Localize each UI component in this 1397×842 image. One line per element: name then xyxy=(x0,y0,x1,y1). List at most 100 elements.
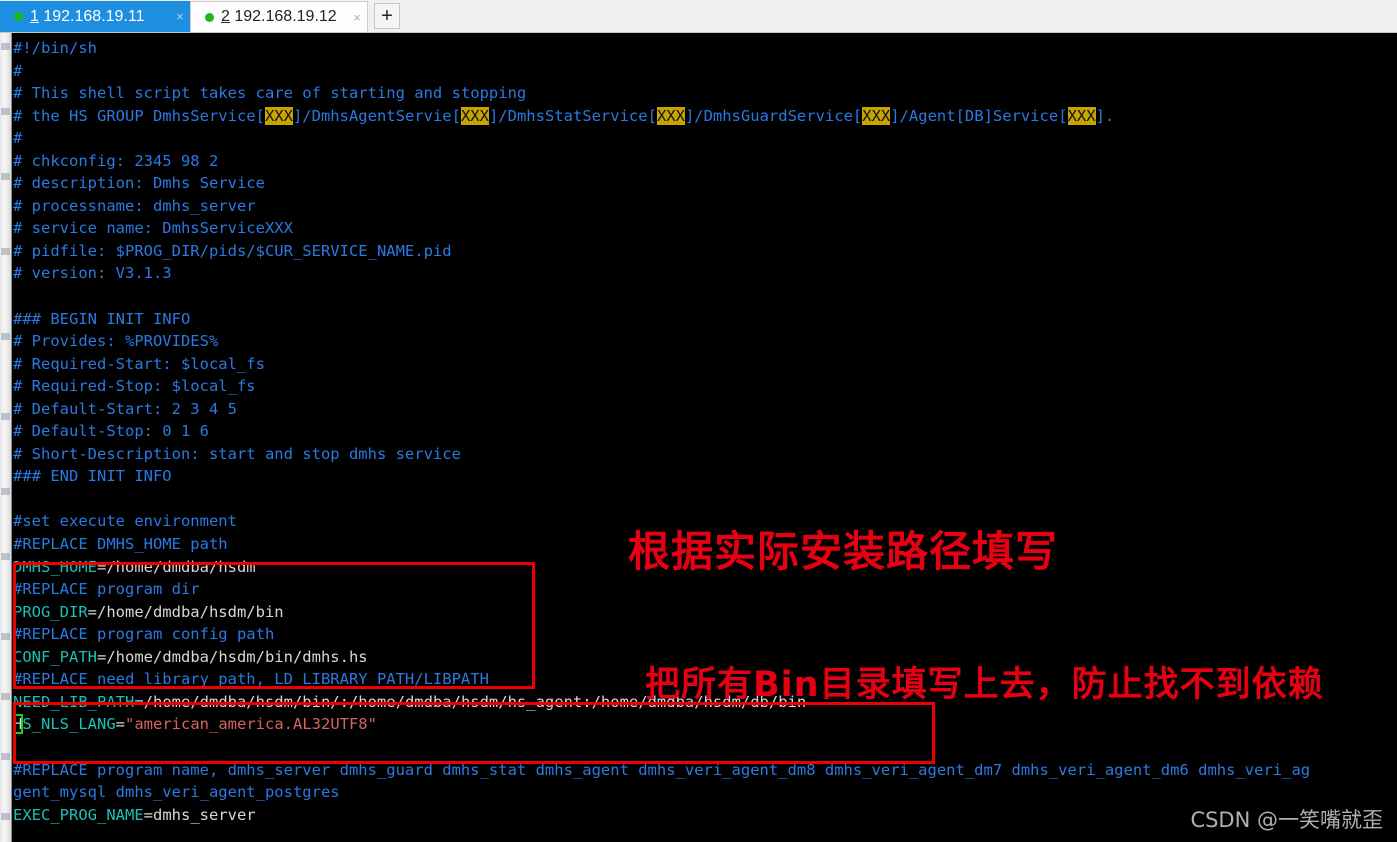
variable-name: NEED_LIB_PATH xyxy=(13,692,135,711)
code-token: #set execute environment xyxy=(13,512,237,531)
tab-label: 2 192.168.19.12 xyxy=(221,8,337,26)
annotation-install-path: 根据实际安装路径填写 xyxy=(628,527,1059,576)
green-dot-icon xyxy=(14,12,23,21)
code-line: # Required-Start: $local_fs xyxy=(13,353,1310,376)
code-line: #!/bin/sh xyxy=(13,37,1310,60)
code-token: # Required-Start: $local_fs xyxy=(13,354,265,373)
gutter-mark-icon xyxy=(1,43,10,50)
code-line: ### END INIT INFO xyxy=(13,465,1310,488)
code-line: # Short-Description: start and stop dmhs… xyxy=(13,443,1310,466)
code-line: # processname: dmhs_server xyxy=(13,195,1310,218)
code-token: ]/Agent[DB]Service[ xyxy=(890,106,1068,125)
code-token: #REPLACE program config path xyxy=(13,625,275,644)
code-token: # Default-Start: 2 3 4 5 xyxy=(13,399,237,418)
code-line: # xyxy=(13,127,1310,150)
code-token: # Short-Description: start and stop dmhs… xyxy=(13,444,461,463)
green-dot-icon xyxy=(205,12,214,22)
code-line: # Required-Stop: $local_fs xyxy=(13,375,1310,398)
gutter-mark-icon xyxy=(1,108,10,115)
gutter-mark-icon xyxy=(1,553,10,560)
variable-name: PROG_DIR xyxy=(13,602,88,621)
code-token: ]/DmhsGuardService[ xyxy=(684,106,863,125)
tab-host: 192.168.19.12 xyxy=(234,8,337,25)
code-line: HS_NLS_LANG="american_america.AL32UTF8" xyxy=(13,713,1310,736)
terminal-body[interactable]: #!/bin/sh # # This shell script takes care… xyxy=(13,33,1397,842)
code-line: #REPLACE program config path xyxy=(13,623,1310,646)
code-token: # pidfile: $PROG_DIR/pids/$CUR_SERVICE_N… xyxy=(13,241,452,260)
text-cursor: H xyxy=(13,714,24,735)
gutter-mark-icon xyxy=(1,693,10,700)
highlighted-token: XXX xyxy=(862,106,891,125)
highlighted-token: XXX xyxy=(656,106,685,125)
code-line: #REPLACE program dir xyxy=(13,578,1310,601)
code-token: # service name: DmhsServiceXXX xyxy=(13,219,293,238)
code-line: # version: V3.1.3 xyxy=(13,262,1310,285)
code-token: # the HS GROUP DmhsService[ xyxy=(13,106,265,125)
code-token: # description: Dmhs Service xyxy=(13,174,265,193)
code-token: ]. xyxy=(1095,106,1115,125)
variable-name: CONF_PATH xyxy=(13,647,97,666)
code-line: # Default-Start: 2 3 4 5 xyxy=(13,398,1310,421)
code-line: #REPLACE program name, dmhs_server dmhs_… xyxy=(13,759,1310,782)
code-token: # processname: dmhs_server xyxy=(13,196,256,215)
code-line: PROG_DIR=/home/dmdba/hsdm/bin xyxy=(13,601,1310,624)
close-icon[interactable]: × xyxy=(168,10,184,23)
string-literal: "american_america.AL32UTF8" xyxy=(125,715,377,734)
terminal-window: 1 192.168.19.11 × 2 192.168.19.12 × + #!… xyxy=(0,0,1397,842)
new-tab-button[interactable]: + xyxy=(374,3,400,29)
tab-host: 192.168.19.11 xyxy=(43,7,145,25)
tab-192-168-19-11[interactable]: 1 192.168.19.11 × xyxy=(0,1,190,32)
gutter-mark-icon xyxy=(1,633,10,640)
watermark: CSDN @一笑嘴就歪 xyxy=(1190,808,1383,832)
gutter-mark-icon xyxy=(1,753,10,760)
annotation-bin-dirs: 把所有Bin目录填写上去，防止找不到依赖 xyxy=(645,665,1324,705)
code-token: #REPLACE DMHS_HOME path xyxy=(13,535,228,554)
code-token: # xyxy=(13,129,23,148)
code-line: # Default-Stop: 0 1 6 xyxy=(13,420,1310,443)
code-token: gent_mysql dmhs_veri_agent_postgres xyxy=(13,783,340,802)
code-line: # description: Dmhs Service xyxy=(13,172,1310,195)
gutter-mark-icon xyxy=(1,488,10,495)
code-token: #!/bin/sh xyxy=(13,39,97,57)
code-token: = xyxy=(115,715,126,734)
code-token: # chkconfig: 2345 98 2 xyxy=(13,151,219,170)
variable-name: DMHS_HOME xyxy=(13,557,97,576)
variable-name: S_NLS_LANG xyxy=(22,715,116,734)
code-token: =dmhs_server xyxy=(143,805,256,824)
variable-name: EXEC_PROG_NAME xyxy=(13,805,144,824)
tab-label: 1 192.168.19.11 xyxy=(30,8,145,26)
tab-bar: 1 192.168.19.11 × 2 192.168.19.12 × + xyxy=(0,0,1397,33)
code-line: # chkconfig: 2345 98 2 xyxy=(13,150,1310,173)
code-token: # xyxy=(13,61,23,80)
gutter-mark-icon xyxy=(1,333,10,340)
code-line: # the HS GROUP DmhsService[XXX]/DmhsAgen… xyxy=(13,105,1310,128)
code-token: # This shell script takes care of starti… xyxy=(13,84,527,103)
background-window-strip xyxy=(0,33,12,842)
code-token: # Required-Stop: $local_fs xyxy=(13,377,256,396)
code-line: # pidfile: $PROG_DIR/pids/$CUR_SERVICE_N… xyxy=(13,240,1310,263)
code-token: ]/DmhsAgentServie[ xyxy=(292,106,461,125)
code-token: ]/DmhsStatService[ xyxy=(488,106,657,125)
code-line: # This shell script takes care of starti… xyxy=(13,82,1310,105)
code-token: # Provides: %PROVIDES% xyxy=(13,332,219,351)
code-token: #REPLACE program name, dmhs_server dmhs_… xyxy=(13,760,1311,779)
code-line: # service name: DmhsServiceXXX xyxy=(13,217,1310,240)
code-token: # Default-Stop: 0 1 6 xyxy=(13,422,209,441)
tab-index: 2 xyxy=(221,8,230,25)
code-line: # Provides: %PROVIDES% xyxy=(13,330,1310,353)
gutter-mark-icon xyxy=(1,813,10,820)
code-token: # version: V3.1.3 xyxy=(13,264,172,283)
tab-192-168-19-12[interactable]: 2 192.168.19.12 × xyxy=(190,1,368,32)
highlighted-token: XXX xyxy=(1067,106,1096,125)
gutter-mark-icon xyxy=(1,413,10,420)
close-icon[interactable]: × xyxy=(345,11,361,24)
highlighted-token: XXX xyxy=(460,106,489,125)
gutter-mark-icon xyxy=(1,173,10,180)
gutter-mark-icon xyxy=(1,248,10,255)
code-token: =/home/dmdba/hsdm xyxy=(97,557,256,576)
code-token: =/home/dmdba/hsdm/bin xyxy=(87,602,284,621)
code-line: gent_mysql dmhs_veri_agent_postgres xyxy=(13,781,1310,804)
